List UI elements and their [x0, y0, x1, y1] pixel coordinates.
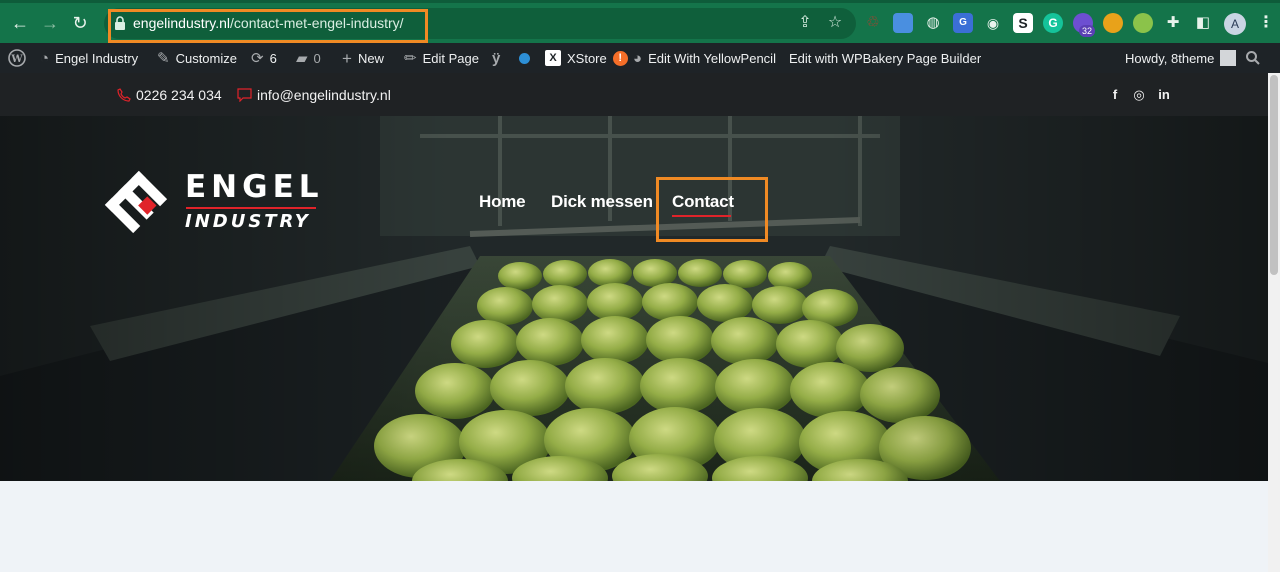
globe-extension-icon[interactable]: ◍: [923, 13, 943, 33]
dashboard-icon: ◔: [40, 49, 50, 67]
hero-banner: ENGEL INDUSTRY Home Dick messen Contact: [0, 116, 1280, 481]
admin-site-name[interactable]: ◔ Engel Industry: [40, 43, 138, 73]
camera-extension-icon[interactable]: ◉: [983, 13, 1003, 33]
site-name-label: Engel Industry: [55, 50, 139, 66]
colorful-extension-icon[interactable]: [1103, 13, 1123, 33]
docs-extension-icon[interactable]: [893, 13, 913, 33]
phone-icon: [117, 88, 131, 102]
profile-avatar[interactable]: A: [1224, 13, 1246, 35]
back-arrow-icon[interactable]: ←: [8, 11, 32, 35]
new-label: New: [357, 50, 384, 66]
url-highlight-box: [108, 9, 428, 43]
email-text: info@engelindustry.nl: [257, 87, 391, 103]
logo-subtitle: INDUSTRY: [185, 211, 311, 232]
green-extension-icon[interactable]: [1133, 13, 1153, 33]
contact-highlight-box: [656, 177, 768, 242]
blue-dot-icon: [519, 52, 530, 64]
admin-xstore[interactable]: X XStore !: [545, 43, 628, 73]
scrollbar-thumb[interactable]: [1270, 75, 1278, 275]
howdy-label: Howdy, 8theme: [1125, 50, 1215, 66]
engel-logo-icon: [104, 170, 168, 234]
comment-icon: ▰: [296, 49, 308, 67]
logo-wordmark: ENGEL: [185, 169, 324, 205]
updates-count: 6: [269, 50, 277, 66]
share-icon[interactable]: ⇪: [795, 13, 815, 33]
instagram-icon[interactable]: ◎: [1131, 87, 1147, 103]
yoast-seo-icon[interactable]: ÿ: [492, 43, 500, 73]
bookmark-star-icon[interactable]: ☆: [825, 13, 845, 33]
admin-howdy[interactable]: Howdy, 8theme: [1125, 43, 1237, 73]
linkedin-icon[interactable]: in: [1156, 87, 1172, 102]
wpbakery-label: Edit with WPBakery Page Builder: [789, 50, 982, 66]
admin-yellowpencil[interactable]: ◕ Edit With YellowPencil: [633, 43, 776, 73]
side-panel-icon[interactable]: ◧: [1193, 13, 1213, 33]
translate-extension-icon[interactable]: G: [953, 13, 973, 33]
yellowpencil-label: Edit With YellowPencil: [648, 50, 776, 66]
comments-count: 0: [313, 50, 321, 66]
pencil-icon: ✏: [404, 49, 417, 67]
puzzle-extensions-icon[interactable]: ✚: [1163, 13, 1183, 33]
xstore-icon: X: [545, 50, 561, 66]
recycle-extension-icon[interactable]: ♲: [863, 13, 883, 33]
extension-badge: 32: [1079, 25, 1096, 37]
reload-icon[interactable]: ↻: [68, 11, 92, 35]
logo-red-rule: [186, 207, 316, 209]
plus-icon: +: [342, 48, 352, 68]
admin-new[interactable]: + New: [342, 43, 384, 73]
user-avatar: [1220, 50, 1237, 66]
admin-customize[interactable]: ✎ Customize: [157, 43, 237, 73]
forward-arrow-icon[interactable]: →: [38, 11, 62, 35]
grammarly-extension-icon[interactable]: G: [1043, 13, 1063, 33]
phone-link[interactable]: 0226 234 034: [117, 87, 222, 103]
browser-toolbar: ← → ↻ engelindustry.nl/contact-met-engel…: [0, 0, 1280, 43]
admin-updates[interactable]: ⟳ 6: [251, 43, 277, 73]
s-extension-icon[interactable]: S: [1013, 13, 1033, 33]
yellowpencil-icon: ◕: [633, 49, 643, 67]
updates-icon: ⟳: [251, 49, 264, 67]
customize-label: Customize: [175, 50, 237, 66]
admin-comments[interactable]: ▰ 0: [296, 43, 321, 73]
edit-page-label: Edit Page: [422, 50, 479, 66]
nav-home[interactable]: Home: [479, 192, 526, 212]
site-top-bar: 0226 234 034 info@engelindustry.nl f ◎ i…: [0, 73, 1280, 116]
facebook-icon[interactable]: f: [1107, 87, 1123, 102]
chat-icon: [237, 88, 252, 102]
wp-admin-bar: W ◔ Engel Industry ✎ Customize ⟳ 6 ▰ 0 +…: [0, 43, 1280, 73]
admin-edit-page[interactable]: ✏ Edit Page: [404, 43, 479, 73]
nav-dick-messen[interactable]: Dick messen: [551, 192, 653, 212]
site-logo[interactable]: ENGEL INDUSTRY: [100, 166, 320, 238]
svg-text:W: W: [10, 54, 23, 65]
brush-icon: ✎: [157, 49, 170, 67]
email-link[interactable]: info@engelindustry.nl: [237, 87, 391, 103]
admin-search-icon[interactable]: [1246, 43, 1260, 73]
xstore-label: XStore: [567, 50, 607, 66]
admin-wpbakery[interactable]: Edit with WPBakery Page Builder: [789, 43, 981, 73]
xstore-alert-icon: !: [612, 50, 628, 66]
wordpress-logo-icon[interactable]: W: [8, 43, 26, 73]
phone-text: 0226 234 034: [136, 87, 222, 103]
menu-dots-icon[interactable]: ⋮: [1258, 13, 1274, 33]
seo-status-dot[interactable]: [519, 43, 530, 73]
